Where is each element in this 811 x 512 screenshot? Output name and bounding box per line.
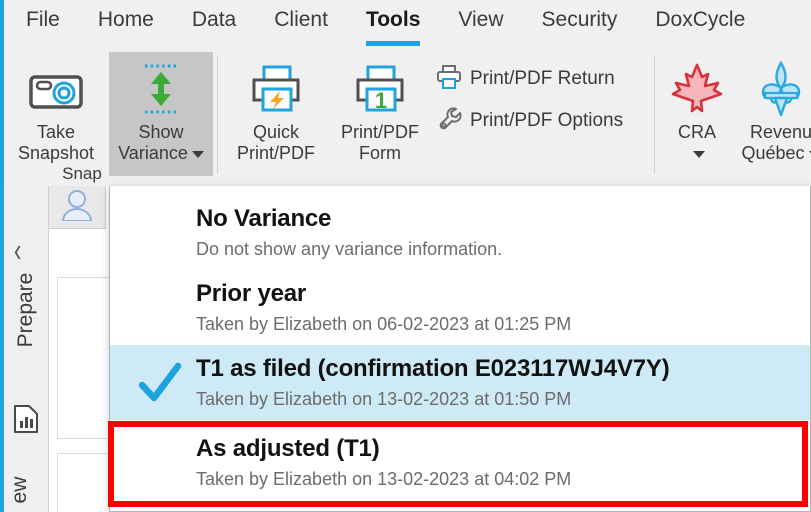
client-avatar-tab[interactable] <box>49 186 106 229</box>
tab-file-label: File <box>26 8 60 31</box>
rail-section-review[interactable]: ew <box>8 450 32 512</box>
application-window: File Home Data Client Tools View Securit… <box>0 0 811 512</box>
printer-icon <box>436 64 462 95</box>
take-snapshot-label-line2: Snapshot <box>18 143 94 164</box>
print-pdf-options-label: Print/PDF Options <box>470 110 623 132</box>
tab-client-label: Client <box>274 8 328 31</box>
maple-leaf-icon <box>669 52 725 122</box>
cra-button[interactable]: CRA <box>659 52 735 176</box>
tab-doxcycle-label: DoxCycle <box>655 8 745 31</box>
tab-client[interactable]: Client <box>274 8 328 40</box>
ribbon-group-snapshot-label: Snap <box>0 164 182 184</box>
group-separator-2 <box>654 56 655 174</box>
quick-printer-icon <box>248 52 304 122</box>
menu-item-title: As adjusted (T1) <box>196 434 810 464</box>
ribbon-group-snapshot: Take Snapshot Show Variance <box>4 48 212 186</box>
tab-home[interactable]: Home <box>98 8 154 40</box>
tab-tools-label: Tools <box>366 8 420 31</box>
menu-item-no-variance[interactable]: No Variance Do not show any variance inf… <box>110 186 810 270</box>
ribbon-group-print: Quick Print/PDF 1 Print/PDF Form <box>224 48 664 186</box>
menu-item-subtitle: Do not show any variance information. <box>196 236 810 262</box>
revenu-quebec-button[interactable]: Revenu Québec <box>737 52 811 176</box>
menu-item-title: Prior year <box>196 279 810 309</box>
quick-print-pdf-label-line1: Quick <box>253 122 299 143</box>
menu-item-as-adjusted-t1[interactable]: As adjusted (T1) Taken by Elizabeth on 1… <box>110 420 810 500</box>
cra-caret-row <box>689 143 705 164</box>
printer-one-icon: 1 <box>352 52 408 122</box>
menu-item-title: No Variance <box>196 204 810 234</box>
up-down-arrows-icon <box>133 52 189 122</box>
tab-data[interactable]: Data <box>192 8 236 40</box>
checkmark-icon <box>136 359 184 412</box>
tab-home-label: Home <box>98 8 154 31</box>
cra-label: CRA <box>678 122 716 143</box>
print-pdf-form-label-line2: Form <box>359 143 401 164</box>
person-avatar-icon <box>60 189 94 226</box>
print-pdf-return-label: Print/PDF Return <box>470 68 615 90</box>
menu-item-prior-year[interactable]: Prior year Taken by Elizabeth on 06-02-2… <box>110 270 810 345</box>
ribbon-tab-bar: File Home Data Client Tools View Securit… <box>4 0 811 48</box>
ribbon: File Home Data Client Tools View Securit… <box>4 0 811 186</box>
show-variance-label-line2: Variance <box>118 143 204 164</box>
tab-data-label: Data <box>192 8 236 31</box>
menu-item-subtitle: Taken by Elizabeth on 13-02-2023 at 01:5… <box>196 386 810 412</box>
tab-tools[interactable]: Tools <box>366 8 420 40</box>
tab-doxcycle[interactable]: DoxCycle <box>655 8 745 40</box>
show-variance-label-line1: Show <box>138 122 183 143</box>
tab-file[interactable]: File <box>26 8 60 40</box>
print-pdf-return-button[interactable]: Print/PDF Return <box>436 62 615 96</box>
print-pdf-form-label-line1: Print/PDF <box>341 122 419 143</box>
fleur-de-lis-icon <box>755 52 807 122</box>
tab-view-label: View <box>458 8 503 31</box>
chevron-down-icon[interactable] <box>693 151 705 158</box>
document-chart-icon[interactable] <box>13 404 39 439</box>
camera-icon <box>28 52 84 122</box>
show-variance-button[interactable]: Show Variance <box>109 52 213 176</box>
revenu-quebec-label-line2: Québec <box>741 143 811 164</box>
take-snapshot-button[interactable]: Take Snapshot <box>4 52 108 176</box>
print-pdf-form-button[interactable]: 1 Print/PDF Form <box>328 52 432 176</box>
menu-item-subtitle: Taken by Elizabeth on 13-02-2023 at 04:0… <box>196 466 810 492</box>
menu-item-title: T1 as filed (confirmation E023117WJ4V7Y) <box>196 354 810 384</box>
tab-security-label: Security <box>542 8 618 31</box>
group-separator-1 <box>217 56 218 174</box>
quick-print-pdf-label-line2: Print/PDF <box>237 143 315 164</box>
svg-text:1: 1 <box>375 88 387 113</box>
rail-section-prepare[interactable]: Prepare <box>14 270 38 350</box>
tab-view[interactable]: View <box>458 8 503 40</box>
take-snapshot-label-line1: Take <box>37 122 75 143</box>
quick-print-pdf-button[interactable]: Quick Print/PDF <box>224 52 328 176</box>
print-pdf-options-button[interactable]: Print/PDF Options <box>436 104 623 138</box>
menu-item-subtitle: Taken by Elizabeth on 06-02-2023 at 01:2… <box>196 311 810 337</box>
wrench-icon <box>436 106 462 137</box>
collapse-panel-button[interactable]: ‹ <box>14 232 21 271</box>
show-variance-dropdown-menu[interactable]: No Variance Do not show any variance inf… <box>109 186 811 512</box>
ribbon-body: Take Snapshot Show Variance <box>4 48 811 186</box>
left-side-rail: ‹ Prepare ew <box>4 186 49 512</box>
chevron-down-icon[interactable] <box>192 151 204 158</box>
menu-item-t1-as-filed[interactable]: T1 as filed (confirmation E023117WJ4V7Y)… <box>110 345 810 420</box>
tab-security[interactable]: Security <box>542 8 618 40</box>
revenu-quebec-label-line1: Revenu <box>750 122 811 143</box>
ribbon-group-agencies: CRA Revenu Québec <box>659 48 811 186</box>
